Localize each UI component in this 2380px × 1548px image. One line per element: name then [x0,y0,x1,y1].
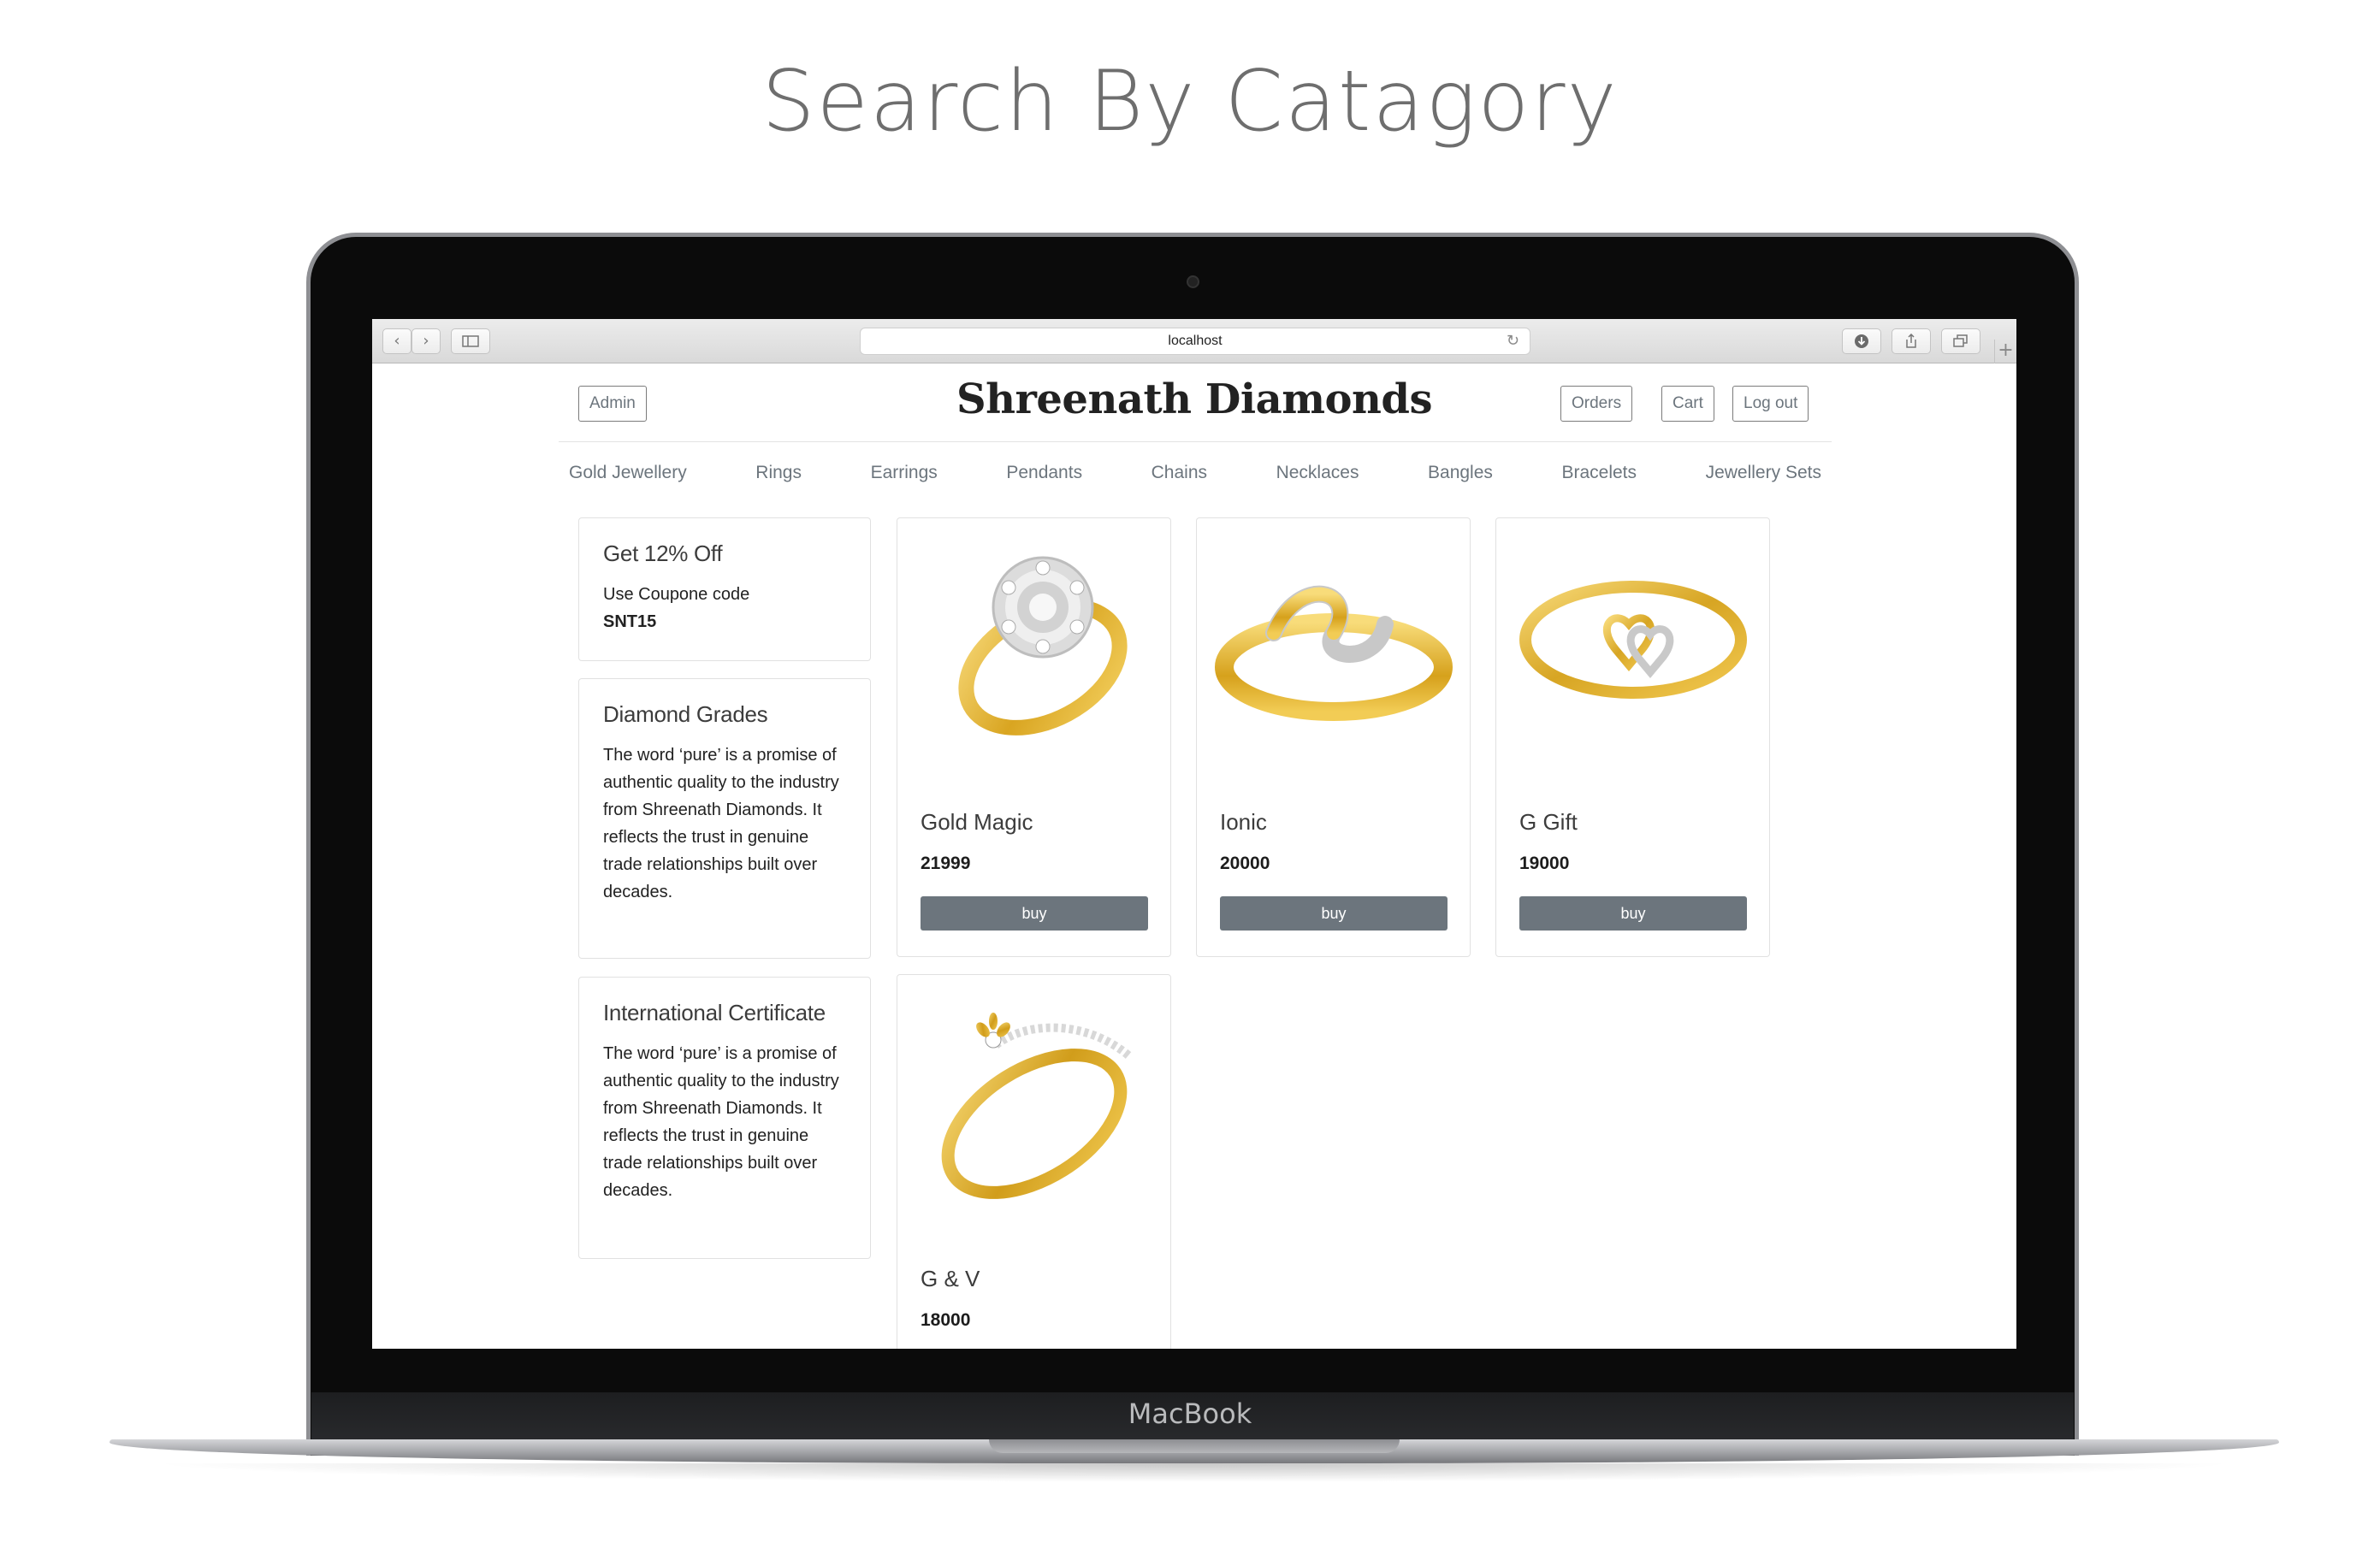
forward-button[interactable]: › [411,328,441,354]
offer-title: Get 12% Off [603,541,723,566]
ring-image [941,1013,1132,1199]
nav-item-earrings[interactable]: Earrings [871,456,938,490]
category-nav: Gold Jewellery Rings Earrings Pendants C… [559,456,1832,490]
nav-item-pendants[interactable]: Pendants [1006,456,1082,490]
nav-item-rings[interactable]: Rings [755,456,802,490]
header-divider [559,441,1832,442]
camera [1187,275,1199,288]
product-name[interactable]: G & V [921,1266,980,1292]
certificate-text: The word ‘pure’ is a promise of authenti… [603,1044,839,1200]
admin-button[interactable]: Admin [578,386,647,422]
nav-item-jewellery-sets[interactable]: Jewellery Sets [1706,456,1821,490]
downloads-button[interactable] [1842,328,1881,354]
reload-icon[interactable]: ↻ [1507,328,1519,354]
product-name[interactable]: Gold Magic [921,809,1033,836]
diamond-grades-title: Diamond Grades [603,701,768,727]
certificate-card: International Certificate The word ‘pure… [578,977,871,1259]
chevron-left-icon: ‹ [394,332,400,350]
share-button[interactable] [1892,328,1931,354]
browser-screen: ‹ › localhost ↻ + Admin Shreenath Diamon… [372,319,2016,1349]
buy-button[interactable]: buy [1220,896,1448,931]
product-price: 18000 [921,1310,971,1330]
tabs-overview-button[interactable] [1941,328,1980,354]
base-shadow [145,1463,2241,1482]
nav-item-bangles[interactable]: Bangles [1428,456,1493,490]
plus-icon: + [1998,340,2014,361]
coupon-code: SNT15 [603,612,657,631]
browser-toolbar: ‹ › localhost ↻ + [372,319,2016,363]
buy-button[interactable]: buy [921,896,1148,931]
buy-button[interactable]: buy [1519,896,1747,931]
product-price: 19000 [1519,854,1570,873]
diamond-grades-card: Diamond Grades The word ‘pure’ is a prom… [578,678,871,959]
url-text: localhost [1168,334,1223,348]
nav-item-gold-jewellery[interactable]: Gold Jewellery [569,456,687,490]
new-tab-button[interactable]: + [1994,340,2016,363]
certificate-title: International Certificate [603,1000,826,1025]
orders-button[interactable]: Orders [1560,386,1633,422]
share-icon [1906,333,1916,348]
product-card: Ionic 20000 buy [1196,517,1471,957]
site-title: Shreenath Diamonds [956,375,1432,423]
tabs-icon [1953,334,1968,347]
product-name[interactable]: G Gift [1519,809,1578,836]
nav-item-necklaces[interactable]: Necklaces [1276,456,1359,490]
back-button[interactable]: ‹ [382,328,411,354]
nav-item-bracelets[interactable]: Bracelets [1561,456,1637,490]
product-card: G & V 18000 [897,974,1171,1349]
logout-button[interactable]: Log out [1732,386,1809,422]
product-price: 20000 [1220,854,1270,873]
chevron-right-icon: › [423,332,429,350]
offer-card: Get 12% Off Use Coupone code SNT15 [578,517,871,661]
product-price: 21999 [921,854,971,873]
product-card: Gold Magic 21999 buy [897,517,1171,957]
address-bar[interactable]: localhost ↻ [860,328,1530,355]
product-name[interactable]: Ionic [1220,809,1267,836]
product-card: G Gift 19000 buy [1495,517,1770,957]
page-headline: Search By Catagory [761,53,1619,151]
macbook-notch [989,1439,1400,1453]
ring-image [958,556,1128,736]
offer-text: Use Coupone code [603,585,750,604]
diamond-grades-text: The word ‘pure’ is a promise of authenti… [603,746,839,901]
nav-item-chains[interactable]: Chains [1152,456,1207,490]
download-icon [1855,334,1868,348]
ring-image [1519,581,1747,699]
sidebar-icon [462,335,479,347]
cart-button[interactable]: Cart [1661,386,1714,422]
sidebar-toggle-button[interactable] [451,328,490,354]
ring-image [1215,585,1453,721]
macbook-brand: MacBook [1128,1397,1252,1430]
